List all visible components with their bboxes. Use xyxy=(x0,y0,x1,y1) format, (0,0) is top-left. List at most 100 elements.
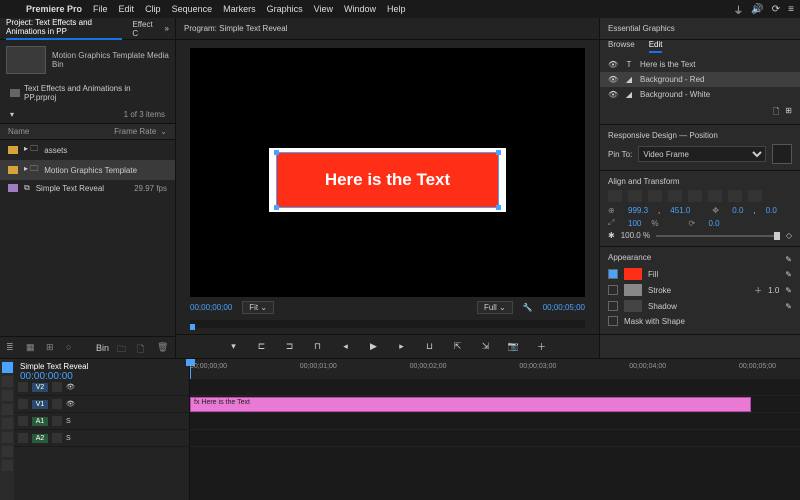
program-mini-timeline[interactable] xyxy=(190,320,585,328)
align-vcenter-icon[interactable] xyxy=(688,190,702,202)
source-patch[interactable] xyxy=(18,416,28,426)
search-icon[interactable]: ≡ xyxy=(788,4,794,15)
program-tc-left[interactable]: 00;00;00;00 xyxy=(190,303,232,312)
resolution-dropdown[interactable]: Full ⌄ xyxy=(477,301,513,314)
program-monitor[interactable]: Here is the Text xyxy=(190,48,585,297)
menu-view[interactable]: View xyxy=(309,4,338,14)
align-bottom-icon[interactable] xyxy=(708,190,722,202)
source-patch[interactable] xyxy=(18,433,28,443)
hand-tool-icon[interactable] xyxy=(2,446,13,457)
selection-tool-icon[interactable] xyxy=(2,362,13,373)
tab-edit[interactable]: Edit xyxy=(649,40,663,53)
razor-tool-icon[interactable] xyxy=(2,404,13,415)
sync-icon[interactable]: ⟳ xyxy=(772,4,780,15)
col-name[interactable]: Name xyxy=(8,127,29,136)
fill-swatch[interactable] xyxy=(624,268,642,280)
extract-icon[interactable]: ⇲ xyxy=(479,340,493,354)
pen-tool-icon[interactable] xyxy=(2,432,13,443)
track-header-v2[interactable]: V2 👁 xyxy=(14,379,189,396)
mini-playhead[interactable] xyxy=(190,324,195,330)
trash-icon[interactable]: 🗑 xyxy=(157,342,169,354)
list-item[interactable]: ▸ 🗀 assets xyxy=(0,140,175,160)
selection-handle[interactable] xyxy=(274,150,279,155)
program-tc-right[interactable]: 00;00;05;00 xyxy=(543,303,585,312)
lane-v1[interactable]: fx Here is the Text xyxy=(190,396,800,413)
track-toggle[interactable] xyxy=(52,382,62,392)
menu-markers[interactable]: Markers xyxy=(218,4,261,14)
menu-graphics[interactable]: Graphics xyxy=(262,4,308,14)
export-frame-icon[interactable]: 📷 xyxy=(507,340,521,354)
stroke-width[interactable]: 1.0 xyxy=(768,286,779,295)
pin-to-select[interactable]: Video Frame xyxy=(638,146,766,162)
track-lanes[interactable]: fx Here is the Text xyxy=(190,379,800,500)
bin-thumbnail[interactable] xyxy=(6,46,46,74)
tab-project[interactable]: Project: Text Effects and Animations in … xyxy=(6,18,122,40)
menu-sequence[interactable]: Sequence xyxy=(167,4,218,14)
layer-row[interactable]: 👁 T Here is the Text xyxy=(600,57,800,72)
button-editor-icon[interactable]: ＋ xyxy=(535,340,549,354)
eyedropper-icon[interactable]: ✎ xyxy=(785,270,792,279)
eye-icon[interactable]: 👁 xyxy=(608,90,618,99)
stroke-checkbox[interactable] xyxy=(608,285,618,295)
go-to-in-icon[interactable]: ⊓ xyxy=(311,340,325,354)
track-label[interactable]: A2 xyxy=(32,434,48,443)
step-forward-icon[interactable]: ▸ xyxy=(395,340,409,354)
tab-effect-controls[interactable]: Effect C xyxy=(132,20,154,38)
background-red-layer[interactable]: Here is the Text xyxy=(277,153,498,208)
ripple-tool-icon[interactable] xyxy=(2,390,13,401)
eye-icon[interactable]: 👁 xyxy=(608,60,618,69)
video-clip[interactable]: fx Here is the Text xyxy=(190,397,751,412)
slider-knob[interactable] xyxy=(774,232,780,240)
col-framerate[interactable]: Frame Rate xyxy=(114,127,156,136)
solo-icon[interactable]: S xyxy=(66,435,71,442)
track-header-v1[interactable]: V1👁 xyxy=(14,396,189,413)
step-back-icon[interactable]: ◂ xyxy=(339,340,353,354)
filter-icon[interactable]: ▾ xyxy=(10,110,14,119)
lane-a2[interactable] xyxy=(190,430,800,447)
track-label[interactable]: V2 xyxy=(32,383,48,392)
mute-toggle[interactable] xyxy=(52,416,62,426)
program-panel-tab[interactable]: Program: Simple Text Reveal xyxy=(176,18,599,40)
project-file-row[interactable]: Text Effects and Animations in PP.prproj xyxy=(0,80,175,106)
go-to-out-icon[interactable]: ⊔ xyxy=(423,340,437,354)
layer-row[interactable]: 👁 ◢ Background - White xyxy=(600,87,800,102)
pos-y[interactable]: 451.0 xyxy=(670,206,690,215)
eyedropper-icon[interactable]: ✎ xyxy=(785,302,792,311)
add-marker-icon[interactable]: ▾ xyxy=(227,340,241,354)
sequence-name[interactable]: Simple Text Reveal xyxy=(20,362,183,371)
track-header-a1[interactable]: A1 S xyxy=(14,413,189,430)
shadow-checkbox[interactable] xyxy=(608,301,618,311)
scale-value[interactable]: 100 xyxy=(628,219,641,228)
selection-handle[interactable] xyxy=(496,150,501,155)
track-label[interactable]: A1 xyxy=(32,417,48,426)
source-patch[interactable] xyxy=(18,399,28,409)
keyframe-icon[interactable]: ◇ xyxy=(786,231,792,240)
lane-v2[interactable] xyxy=(190,379,800,396)
align-right-icon[interactable] xyxy=(648,190,662,202)
menu-edit[interactable]: Edit xyxy=(114,4,140,14)
new-item-icon[interactable]: 🗋 xyxy=(137,342,149,354)
track-select-tool-icon[interactable] xyxy=(2,376,13,387)
layer-row[interactable]: 👁 ◢ Background - Red xyxy=(600,72,800,87)
volume-icon[interactable]: 🔊 xyxy=(751,4,763,15)
opacity-slider[interactable] xyxy=(656,235,780,237)
project-list-header[interactable]: Name Frame Rate ⌄ xyxy=(0,123,175,140)
fit-dropdown[interactable]: Fit ⌄ xyxy=(242,301,274,314)
align-hcenter-icon[interactable] xyxy=(628,190,642,202)
menu-help[interactable]: Help xyxy=(382,4,411,14)
anchor-x[interactable]: 0.0 xyxy=(732,206,743,215)
lane-a1[interactable] xyxy=(190,413,800,430)
app-name[interactable]: Premiere Pro xyxy=(21,4,87,14)
mask-checkbox[interactable] xyxy=(608,316,618,326)
play-icon[interactable]: ▶ xyxy=(367,340,381,354)
solo-icon[interactable]: S xyxy=(66,418,71,425)
align-left-icon[interactable] xyxy=(608,190,622,202)
timeline-ruler[interactable]: 00;00;00;00 00;00;01;00 00;00;02;00 00;0… xyxy=(190,359,800,379)
zoom-slider[interactable]: ○ xyxy=(66,342,78,354)
freeform-view-icon[interactable]: ⊞ xyxy=(46,342,58,354)
pin-grid[interactable] xyxy=(772,144,792,164)
eye-icon[interactable]: 👁 xyxy=(66,383,75,391)
mark-out-icon[interactable]: ⊐ xyxy=(283,340,297,354)
list-item[interactable]: ▸ 🗀 Motion Graphics Template xyxy=(0,160,175,180)
col-sort-icon[interactable]: ⌄ xyxy=(160,127,167,136)
